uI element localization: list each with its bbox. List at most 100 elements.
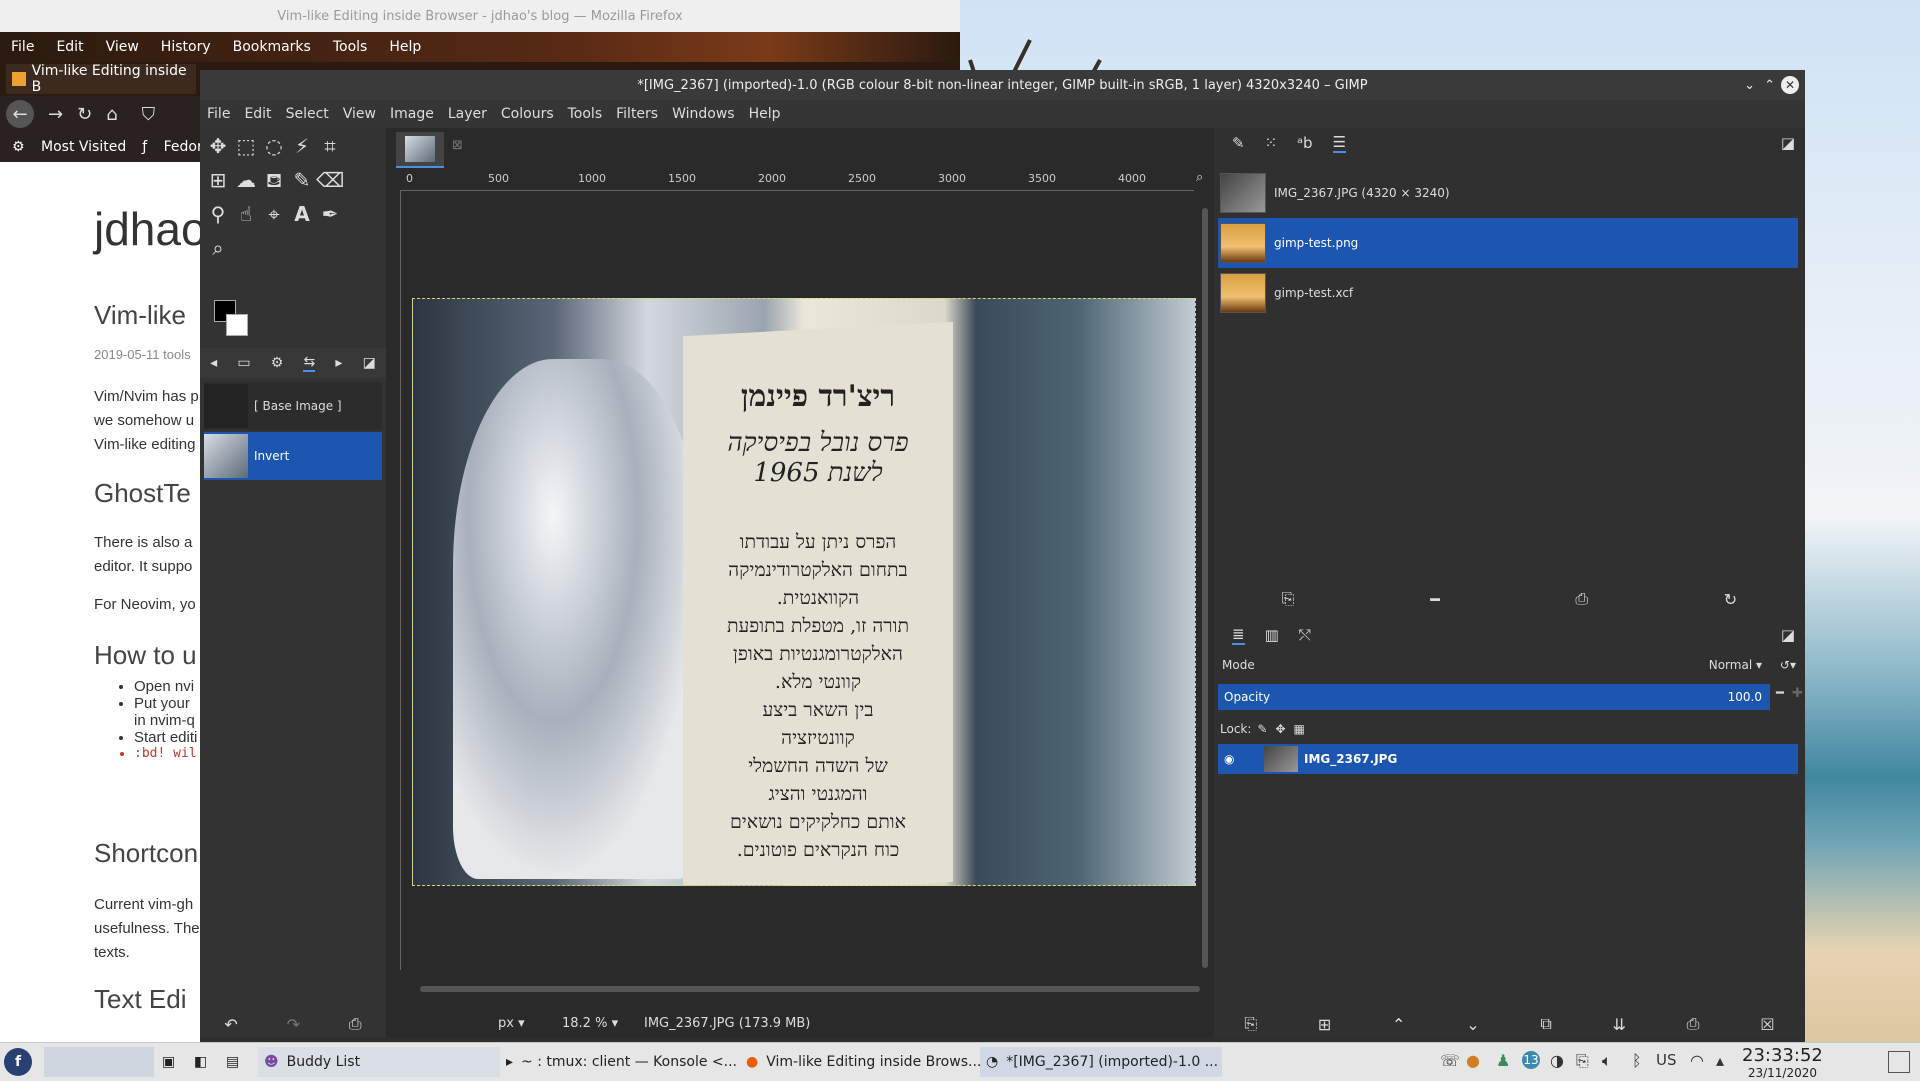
gimp-menu-file[interactable]: File	[207, 106, 230, 122]
gimp-menu-edit[interactable]: Edit	[244, 106, 271, 122]
eraser-icon[interactable]: ⌫	[316, 166, 344, 194]
gimp-menu-help[interactable]: Help	[749, 106, 781, 122]
forward-icon[interactable]: →	[48, 104, 63, 125]
move-tool-icon[interactable]: ✥	[204, 132, 232, 160]
reload-icon[interactable]: ↻	[77, 104, 92, 125]
gimp-menu-layer[interactable]: Layer	[448, 106, 487, 122]
opacity-increase-icon[interactable]: ✚	[1792, 686, 1803, 701]
firefox-tab[interactable]: Vim-like Editing inside B	[6, 63, 196, 95]
ff-menu-edit[interactable]: Edit	[56, 39, 83, 55]
keyboard-layout[interactable]: US	[1656, 1051, 1677, 1069]
tray-expand-icon[interactable]: ▴	[1716, 1051, 1724, 1070]
ff-menu-bookmarks[interactable]: Bookmarks	[233, 39, 311, 55]
clone-icon[interactable]: ⚲	[204, 200, 232, 228]
image-tab[interactable]	[396, 132, 444, 168]
fuzzy-select-icon[interactable]: ⚡	[288, 132, 316, 160]
mode-reset-icon[interactable]: ↺▾	[1780, 658, 1796, 672]
browser-launcher-icon[interactable]: ◧	[194, 1047, 207, 1077]
delete-layer-icon[interactable]: ☒	[1760, 1015, 1774, 1034]
ff-menu-history[interactable]: History	[161, 39, 211, 55]
vertical-ruler[interactable]	[386, 190, 401, 970]
tab-images-icon[interactable]: ▭	[237, 355, 250, 371]
mode-select[interactable]: Normal ▾	[1709, 658, 1762, 672]
ff-menu-help[interactable]: Help	[389, 39, 421, 55]
ff-menu-file[interactable]: File	[11, 39, 34, 55]
wifi-icon[interactable]: ◠	[1690, 1051, 1704, 1070]
horizontal-scrollbar[interactable]	[420, 986, 1200, 992]
gimp-menu-colours[interactable]: Colours	[501, 106, 554, 122]
gimp-menu-select[interactable]: Select	[286, 106, 329, 122]
dock-menu-icon[interactable]: ◪	[363, 355, 376, 371]
horizontal-ruler[interactable]: 0 500 1000 1500 2000 2500 3000 3500 4000	[400, 172, 1194, 191]
zoom-select[interactable]: 18.2 % ▾	[562, 1016, 634, 1031]
site-title[interactable]: jdhao	[94, 202, 200, 256]
images-tab-icon[interactable]: ☰	[1332, 133, 1347, 153]
zoom-icon[interactable]: ⌕	[204, 234, 232, 262]
image-list-item[interactable]: gimp-test.xcf	[1218, 268, 1798, 318]
notifications-icon[interactable]: ☏	[1440, 1051, 1460, 1070]
undo-item-base[interactable]: [ Base Image ]	[204, 382, 382, 430]
crop-icon[interactable]: ⌗	[316, 132, 344, 160]
tab-left-arrow-icon[interactable]: ◂	[210, 355, 217, 371]
gimp-menu-windows[interactable]: Windows	[672, 106, 735, 122]
opacity-slider[interactable]: Opacity 100.0	[1218, 684, 1770, 710]
lock-alpha-icon[interactable]: ▦	[1294, 722, 1305, 736]
channels-tab-icon[interactable]: ▥	[1265, 626, 1279, 644]
home-icon[interactable]: ⌂	[106, 104, 117, 125]
tab-tool-options-icon[interactable]: ⚙	[271, 355, 284, 371]
app-launcher-fedora-icon[interactable]: f	[4, 1047, 32, 1077]
updates-badge[interactable]: 13	[1522, 1051, 1540, 1069]
redo-icon[interactable]: ↷	[287, 1015, 300, 1034]
volume-icon[interactable]: 🔈︎	[1602, 1051, 1612, 1071]
refresh-icon[interactable]: ↻	[1724, 590, 1737, 609]
task-buddy-list[interactable]: ☻ Buddy List	[258, 1047, 500, 1077]
undo-icon[interactable]: ↶	[224, 1015, 237, 1034]
new-layer-icon[interactable]: ⎘	[1244, 1014, 1257, 1034]
show-desktop-icon[interactable]	[1888, 1051, 1910, 1073]
mask-icon[interactable]: ⎙	[1687, 1014, 1700, 1034]
tab-undo-history-icon[interactable]: ⇆	[303, 354, 316, 372]
layers-tab-icon[interactable]: ≣	[1232, 625, 1245, 645]
raise-layer-icon[interactable]: ⌃	[1392, 1015, 1405, 1034]
paintbrush-icon[interactable]: ✎	[288, 166, 316, 194]
image-list-item[interactable]: IMG_2367.JPG (4320 × 3240)	[1218, 168, 1798, 218]
paths-icon[interactable]: ⌖	[260, 200, 288, 228]
files-launcher-icon[interactable]: ▤	[226, 1047, 239, 1077]
canvas-zoom-icon[interactable]: ⌕	[1196, 170, 1203, 185]
virtual-desktop-pager[interactable]	[44, 1047, 154, 1077]
gimp-menu-tools[interactable]: Tools	[568, 106, 603, 122]
close-icon[interactable]: ✕	[1781, 76, 1799, 94]
dock-menu-icon[interactable]: ◪	[1781, 626, 1795, 644]
transform-icon[interactable]: ⊞	[204, 166, 232, 194]
unit-select[interactable]: px ▾	[498, 1016, 548, 1031]
minimize-icon[interactable]: ⌄	[1744, 78, 1755, 93]
image-tab-close-icon[interactable]: ⊠	[452, 138, 463, 153]
clipboard-icon[interactable]: ⎘	[1576, 1051, 1589, 1071]
lower-layer-icon[interactable]: ⌄	[1466, 1015, 1479, 1034]
gimp-menu-image[interactable]: Image	[390, 106, 434, 122]
canvas-image[interactable]: ריצ'רד פיינמן פרס נובל בפיסיקה לשנת 1965…	[412, 298, 1196, 886]
bookmark-most-visited[interactable]: ⚙ Most Visited	[12, 139, 126, 155]
gimp-menu-filters[interactable]: Filters	[616, 106, 658, 122]
new-layer-group-icon[interactable]: ⊞	[1318, 1015, 1331, 1034]
delete-image-icon[interactable]: ⎙	[1575, 589, 1588, 609]
audio-settings-icon[interactable]: ◑	[1550, 1051, 1564, 1070]
dock-menu-icon[interactable]: ◪	[1781, 134, 1795, 152]
rect-select-icon[interactable]: ⬚	[232, 132, 260, 160]
vertical-scrollbar[interactable]	[1202, 208, 1208, 968]
image-list-item[interactable]: gimp-test.png	[1218, 218, 1798, 268]
clear-history-icon[interactable]: ⎙	[349, 1014, 362, 1034]
terminal-launcher-icon[interactable]: ▣	[162, 1047, 175, 1077]
warp-icon[interactable]: ☁	[232, 166, 260, 194]
text-tool-icon[interactable]: A	[288, 200, 316, 228]
cookie-icon[interactable]: ●	[1466, 1051, 1480, 1070]
shield-icon[interactable]: ⛉	[142, 104, 156, 125]
paths-tab-icon[interactable]: ⤲	[1299, 626, 1311, 644]
bluetooth-icon[interactable]: ᛒ	[1632, 1051, 1642, 1070]
back-icon[interactable]: ←	[6, 100, 34, 128]
ff-menu-tools[interactable]: Tools	[333, 39, 368, 55]
bucket-fill-icon[interactable]: ⛾	[260, 166, 288, 194]
patterns-tab-icon[interactable]: ⁙	[1265, 134, 1278, 152]
lasso-icon[interactable]: ◌	[260, 132, 288, 160]
raise-image-icon[interactable]: ⎘	[1282, 589, 1295, 609]
